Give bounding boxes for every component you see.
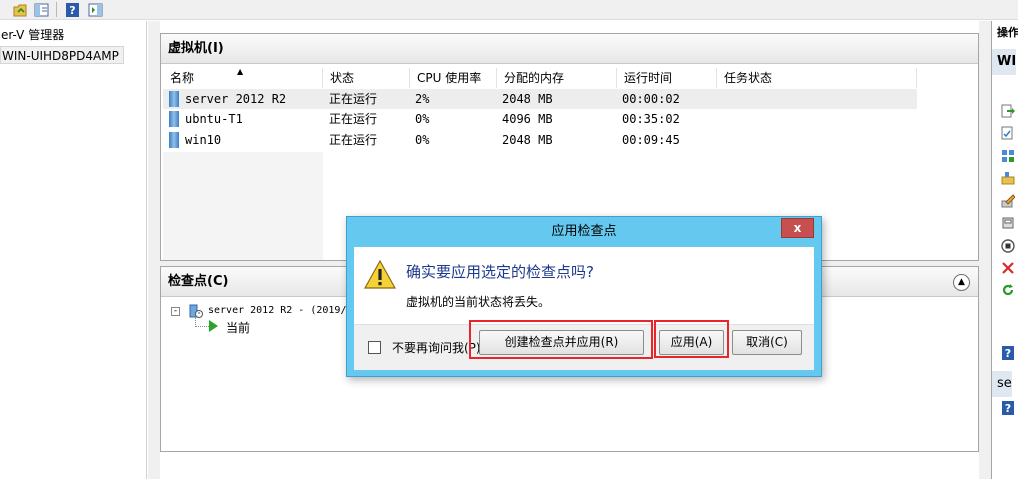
dialog-footer: 不要再询问我(P) 创建检查点并应用(R) 应用(A) 取消(C): [354, 320, 814, 370]
vm-cpu: 0%: [415, 133, 430, 147]
tree-root-hyperv-manager[interactable]: er-V 管理器: [0, 26, 64, 44]
virtual-switch-manager-icon[interactable]: [1001, 149, 1015, 163]
inspect-disk-icon[interactable]: [1001, 216, 1015, 230]
play-arrow-icon: [209, 320, 218, 332]
vm-memory: 2048 MB: [502, 92, 553, 106]
show-hide-tree-icon[interactable]: [33, 1, 50, 18]
actions-section-host[interactable]: WI: [992, 49, 1017, 75]
dialog-detail: 虚拟机的当前状态将丢失。: [406, 295, 551, 309]
warning-icon: [364, 260, 396, 289]
vm-uptime: 00:35:02: [622, 112, 680, 126]
vm-uptime: 00:09:45: [622, 133, 680, 147]
hyperv-settings-icon[interactable]: [1001, 126, 1015, 140]
column-header-task-status[interactable]: 任务状态: [717, 68, 917, 88]
vm-name: ubntu-T1: [185, 112, 243, 126]
actions-section-vm[interactable]: se: [992, 371, 1012, 397]
navigation-tree: er-V 管理器 WIN-UIHD8PD4AMP: [0, 21, 147, 479]
vm-cpu: 2%: [415, 92, 430, 106]
column-header-name[interactable]: 名称 ▲: [163, 67, 323, 88]
vm-memory: 2048 MB: [502, 133, 553, 147]
column-memory-label: 分配的内存: [504, 71, 565, 85]
apply-checkpoint-dialog: 应用检查点 x 确实要应用选定的检查点吗? 虚拟机的当前状态将丢失。 不要再询问…: [346, 216, 822, 377]
column-name-label: 名称: [170, 71, 195, 85]
edit-disk-icon[interactable]: [1001, 194, 1015, 208]
vm-panel-title: 虚拟机(I): [161, 34, 978, 64]
checkpoint-icon: [189, 304, 203, 319]
svg-text:?: ?: [69, 4, 75, 17]
column-task-label: 任务状态: [724, 71, 773, 85]
current-label: 当前: [226, 321, 251, 335]
vm-server-icon: [169, 132, 179, 148]
cancel-button[interactable]: 取消(C): [732, 330, 802, 355]
stop-service-icon[interactable]: [1001, 239, 1015, 253]
vm-state: 正在运行: [329, 92, 378, 106]
close-button[interactable]: x: [781, 218, 814, 238]
column-header-memory[interactable]: 分配的内存: [497, 68, 617, 88]
dialog-title: 应用检查点: [551, 224, 617, 239]
close-icon: x: [793, 221, 802, 235]
vm-row[interactable]: ubntu-T1 正在运行 0% 4096 MB 00:35:02: [163, 109, 917, 129]
vm-row[interactable]: server 2012 R2 正在运行 2% 2048 MB 00:00:02: [163, 89, 917, 109]
toolbar: ?: [0, 0, 1018, 20]
vm-state: 正在运行: [329, 112, 378, 126]
vm-server-icon: [169, 91, 179, 107]
actions-title: 操作: [997, 26, 1018, 39]
svg-text:?: ?: [1005, 402, 1011, 415]
vm-name: server 2012 R2: [185, 92, 287, 106]
checkpoint-name: server 2012 R2 - (2019/: [208, 305, 347, 316]
vm-server-icon: [169, 111, 179, 127]
column-header-state[interactable]: 状态: [323, 68, 410, 88]
apply-button[interactable]: 应用(A): [659, 330, 724, 355]
help-icon[interactable]: ?: [1001, 346, 1015, 360]
virtual-san-manager-icon[interactable]: [1001, 171, 1015, 185]
refresh-icon[interactable]: [1001, 283, 1015, 297]
tree-item-host[interactable]: WIN-UIHD8PD4AMP: [0, 46, 124, 64]
vm-name: win10: [185, 133, 222, 147]
actions-pane: 操作 WI ? se ?: [991, 21, 1018, 479]
vm-cpu: 0%: [415, 112, 430, 126]
column-cpu-label: CPU 使用率: [417, 71, 482, 85]
column-header-uptime[interactable]: 运行时间: [617, 68, 717, 88]
vm-memory: 4096 MB: [502, 112, 553, 126]
show-hide-action-pane-icon[interactable]: [87, 1, 104, 18]
dont-ask-again-label[interactable]: 不要再询问我(P): [392, 339, 481, 356]
vm-uptime: 00:00:02: [622, 92, 680, 106]
dialog-message: 确实要应用选定的检查点吗?: [406, 263, 594, 281]
help-icon[interactable]: ?: [64, 1, 81, 18]
splitter-left[interactable]: [148, 21, 160, 479]
vm-list-empty-area: [163, 152, 323, 260]
up-folder-icon[interactable]: [12, 1, 29, 18]
tree-connector: [195, 318, 209, 327]
create-checkpoint-and-apply-button[interactable]: 创建检查点并应用(R): [479, 330, 644, 355]
remove-server-icon[interactable]: [1001, 261, 1015, 275]
collapse-node-icon[interactable]: -: [171, 307, 180, 316]
column-state-label: 状态: [330, 71, 355, 85]
help-icon[interactable]: ?: [1001, 401, 1015, 415]
toolbar-separator: [56, 2, 57, 17]
collapse-panel-icon[interactable]: ▲: [953, 274, 970, 291]
vm-state: 正在运行: [329, 133, 378, 147]
splitter-right[interactable]: [979, 21, 991, 479]
column-header-cpu[interactable]: CPU 使用率: [410, 68, 497, 88]
dialog-body: 确实要应用选定的检查点吗? 虚拟机的当前状态将丢失。 不要再询问我(P) 创建检…: [354, 247, 814, 370]
dont-ask-again-checkbox[interactable]: [368, 341, 381, 354]
import-vm-icon[interactable]: [1001, 104, 1015, 118]
svg-text:?: ?: [1005, 347, 1011, 360]
vm-row[interactable]: win10 正在运行 0% 2048 MB 00:09:45: [163, 130, 917, 150]
sort-ascending-icon: ▲: [237, 67, 244, 76]
column-uptime-label: 运行时间: [624, 71, 673, 85]
